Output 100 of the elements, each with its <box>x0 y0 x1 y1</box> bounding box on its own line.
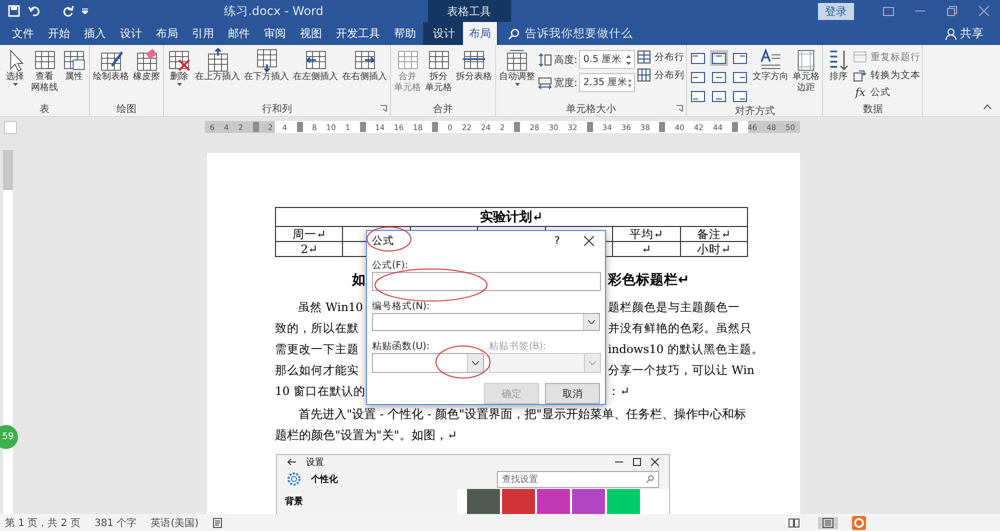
distribute-rows-icon <box>637 50 652 64</box>
sign-in-button[interactable]: 登录 <box>818 2 854 20</box>
spin-field[interactable]: 2.35 厘米 <box>579 73 636 92</box>
table-autofit-icon <box>505 48 529 72</box>
align-button[interactable] <box>689 69 708 85</box>
ribbon-button[interactable]: 查看 网格线 <box>30 48 59 94</box>
ribbon-tab[interactable]: 开始 <box>42 22 76 45</box>
spin-field[interactable]: 0.5 厘米 <box>579 50 636 69</box>
align-icon <box>691 72 706 82</box>
column-marker[interactable] <box>360 122 366 132</box>
ribbon-button[interactable]: 拆分表格 <box>455 48 493 83</box>
align-button[interactable] <box>710 50 728 66</box>
context-title: 表格工具 <box>428 0 510 22</box>
save-icon[interactable] <box>8 5 20 17</box>
ribbon-tab[interactable]: 设计 <box>114 22 148 45</box>
align-button[interactable] <box>689 88 708 104</box>
group-label: 对齐方式 <box>734 104 775 118</box>
ribbon-tab[interactable]: 邮件 <box>222 22 256 45</box>
column-marker[interactable] <box>732 122 738 132</box>
input-method-icon[interactable] <box>852 516 866 530</box>
close-icon <box>651 458 659 466</box>
search-icon <box>508 28 520 40</box>
ribbon-button[interactable]: 在上方插入 <box>194 48 241 83</box>
align-button[interactable] <box>710 88 728 104</box>
ribbon-button[interactable]: 绘制表格 <box>92 48 130 83</box>
chevron-down-icon <box>588 320 595 324</box>
chevron-down-icon <box>589 361 596 365</box>
page-title: 个性化 <box>311 474 338 486</box>
ribbon-button[interactable]: 选择 <box>2 48 28 86</box>
align-icon <box>712 52 726 64</box>
close-icon[interactable] <box>584 236 594 246</box>
table-cell: 备注↵ <box>680 226 748 242</box>
ribbon-button[interactable]: 橡皮擦 <box>132 48 161 83</box>
column-marker[interactable] <box>659 122 666 132</box>
align-button[interactable] <box>710 69 728 85</box>
undo-icon[interactable] <box>28 5 41 17</box>
paragraph-text: 题栏颜色是与主题颜色一 <box>608 299 740 316</box>
column-marker[interactable] <box>586 122 593 132</box>
dialog-title: 公式 <box>372 234 394 248</box>
ribbon-tab[interactable]: 文件 <box>6 22 40 45</box>
align-button[interactable] <box>731 50 750 66</box>
align-button[interactable] <box>731 88 750 104</box>
column-marker[interactable] <box>296 122 303 132</box>
person-icon <box>945 28 957 40</box>
ribbon-button[interactable]: 自动调整 <box>498 48 536 86</box>
column-marker[interactable] <box>432 122 438 132</box>
restore-icon[interactable] <box>947 6 957 16</box>
table-cell: 2↵ <box>276 242 343 256</box>
ribbon-tab[interactable]: 帮助 <box>388 22 422 45</box>
ribbon-button[interactable]: 在下方插入 <box>243 48 290 83</box>
help-button[interactable]: ? <box>554 234 560 247</box>
paste-dropdown[interactable] <box>372 353 484 373</box>
customize-icon[interactable] <box>82 8 88 14</box>
maximize-icon <box>633 458 641 466</box>
ribbon-button[interactable]: 转换为文本 <box>853 68 920 82</box>
tell-me-field[interactable]: 告诉我你想要做什么 <box>525 26 633 41</box>
ribbon-tab[interactable]: 审阅 <box>258 22 292 45</box>
ribbon-display-icon[interactable] <box>882 6 894 16</box>
paragraph-text: 致的，所以在默 <box>275 320 359 337</box>
ribbon-button[interactable]: 删除 <box>166 48 192 86</box>
ribbon-button[interactable]: 属性 <box>61 48 87 83</box>
window-title: 练习.docx - Word <box>223 2 324 20</box>
ribbon-tab[interactable]: 开发工具 <box>330 22 386 45</box>
proofing-icon[interactable] <box>212 518 224 528</box>
ribbon-tab[interactable]: 布局 <box>150 22 184 45</box>
ribbon-button[interactable]: 在右侧插入 <box>341 48 388 83</box>
annotation-ellipse <box>435 345 491 379</box>
ribbon-button[interactable]: 在左侧插入 <box>292 48 339 83</box>
field-label: 粘贴函数(U): <box>372 340 431 352</box>
ribbon-tab[interactable]: 布局 <box>463 22 497 45</box>
column-marker[interactable] <box>514 122 520 132</box>
formula-input[interactable] <box>372 272 601 292</box>
field-label: 公式(F): <box>372 259 410 272</box>
paragraph-text: ：↵ <box>608 383 630 400</box>
ribbon-tab[interactable]: 视图 <box>294 22 328 45</box>
collapse-ribbon-icon[interactable] <box>983 104 992 110</box>
read-mode-icon[interactable] <box>788 518 800 528</box>
redo-icon[interactable] <box>62 5 74 17</box>
align-button[interactable] <box>689 50 708 66</box>
column-width-icon <box>538 76 552 90</box>
print-layout-icon[interactable] <box>822 518 834 528</box>
align-button[interactable] <box>731 69 750 85</box>
ribbon-button[interactable]: 排序 <box>825 48 852 83</box>
share-button[interactable]: 共享 <box>939 22 990 45</box>
dialog-launcher-icon[interactable] <box>380 105 387 112</box>
ribbon-button[interactable]: 分布列 <box>637 68 684 82</box>
minimize-icon[interactable] <box>915 10 925 12</box>
ribbon-tab[interactable]: 插入 <box>78 22 112 45</box>
column-marker[interactable] <box>252 122 259 132</box>
window-title: 设置 <box>306 456 324 469</box>
ribbon-button[interactable]: 文字方向 <box>751 48 790 83</box>
number-format-dropdown[interactable] <box>372 313 600 331</box>
ribbon-button[interactable]: fx 公式 <box>853 86 920 99</box>
ribbon-button[interactable]: 分布行 <box>637 50 684 64</box>
ribbon-button[interactable]: 单元格 边距 <box>791 48 820 94</box>
dialog-button[interactable]: 取消 <box>545 383 600 404</box>
ribbon-button[interactable]: 拆分 单元格 <box>424 48 453 94</box>
gear-icon <box>287 472 301 486</box>
dialog-launcher-icon[interactable] <box>676 105 684 112</box>
ribbon-tab[interactable]: 引用 <box>186 22 220 45</box>
